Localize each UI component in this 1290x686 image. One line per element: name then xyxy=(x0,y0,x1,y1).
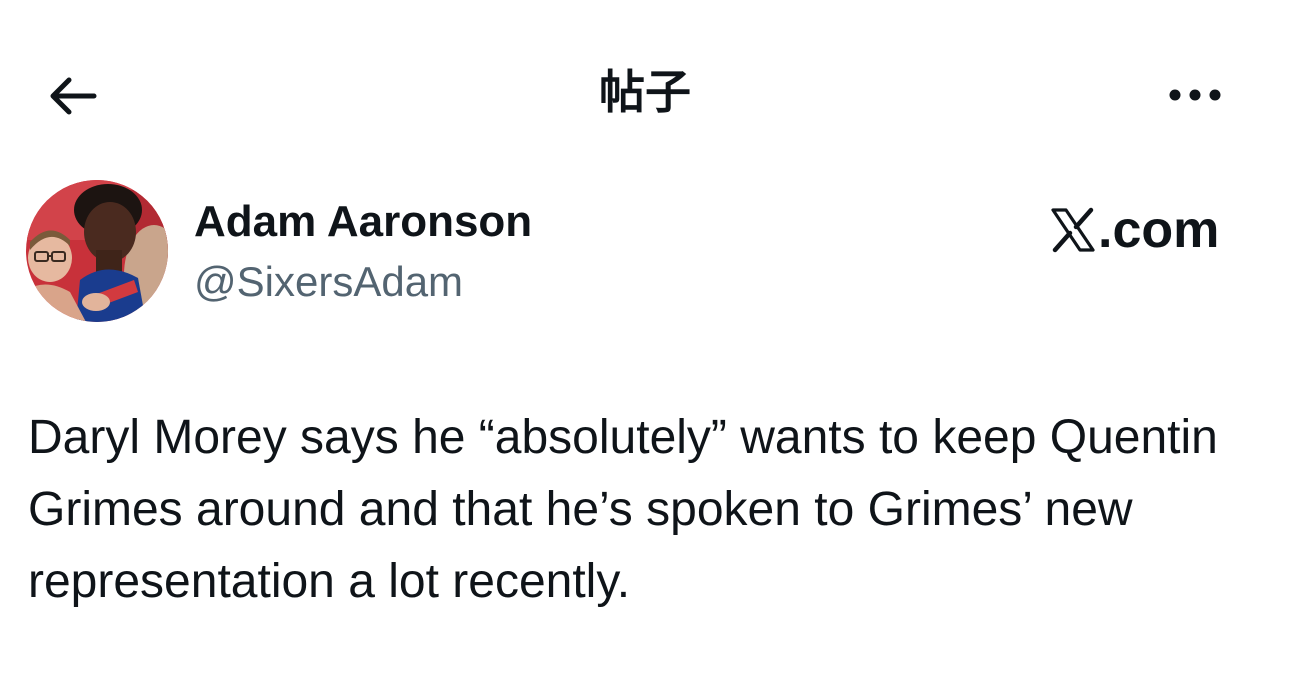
author-name[interactable]: Adam Aaronson xyxy=(194,196,532,248)
more-options-button[interactable] xyxy=(1160,70,1230,120)
page-title: 帖子 xyxy=(599,65,691,119)
tweet-text: Daryl Morey says he “absolutely” wants t… xyxy=(28,411,1218,608)
brand-domain-text: .com xyxy=(1098,201,1220,259)
avatar[interactable] xyxy=(26,180,168,322)
top-app-bar: 帖子 xyxy=(0,0,1290,190)
x-logo-icon xyxy=(1051,207,1095,253)
avatar-photo xyxy=(26,180,168,322)
x-com-brand: .com xyxy=(1050,200,1219,260)
more-horizontal-icon xyxy=(1169,89,1221,101)
author-handle[interactable]: @SixersAdam xyxy=(194,256,463,308)
